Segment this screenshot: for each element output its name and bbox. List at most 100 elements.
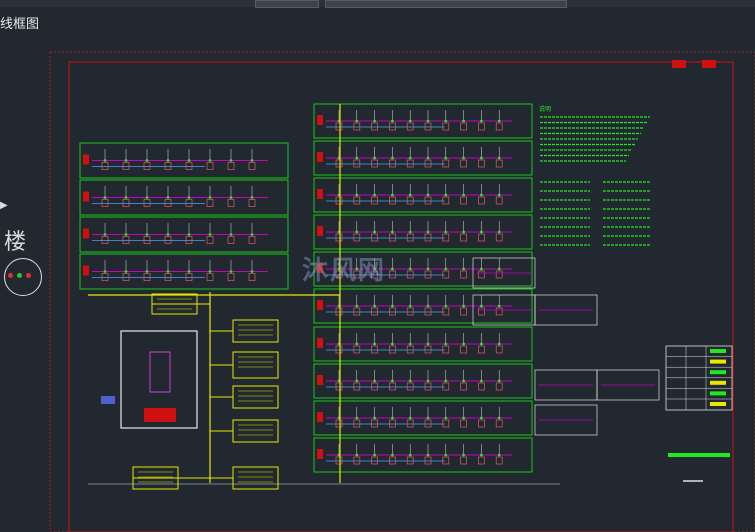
switch-icon: [406, 345, 414, 354]
node-icon: [391, 342, 394, 346]
node-icon: [480, 156, 483, 160]
title-bar: [668, 453, 730, 457]
outer-border: [49, 51, 755, 532]
node-icon: [355, 453, 359, 457]
switch-icon: [353, 233, 361, 242]
switch-icon: [389, 307, 396, 316]
switch-icon: [424, 122, 432, 131]
node-icon: [408, 379, 412, 383]
switch-icon: [442, 196, 450, 205]
node-icon: [124, 233, 128, 236]
node-icon: [408, 119, 412, 123]
switch-icon: [460, 196, 467, 205]
node-icon: [373, 193, 376, 197]
node-icon: [462, 342, 465, 346]
node-icon: [480, 304, 483, 308]
node-icon: [124, 196, 128, 199]
legend-symbol: [710, 370, 726, 375]
switch-icon: [478, 233, 485, 242]
node-icon: [355, 304, 359, 308]
node-icon: [145, 270, 149, 273]
node-icon: [408, 453, 412, 457]
switch-icon: [371, 307, 378, 316]
frame-marker: [702, 60, 716, 68]
switch-icon: [335, 307, 343, 316]
node-icon: [103, 270, 107, 273]
switch-icon: [248, 236, 256, 244]
node-icon: [208, 233, 212, 236]
switch-icon: [371, 382, 378, 391]
switch-icon: [478, 307, 485, 316]
description-heading: 说明: [539, 105, 551, 113]
node-icon: [426, 453, 430, 457]
node-icon: [480, 193, 483, 197]
node-icon: [408, 342, 412, 346]
node-icon: [426, 304, 430, 308]
node-icon: [497, 342, 501, 346]
switch-icon: [335, 233, 343, 242]
switch-icon: [460, 270, 467, 279]
switch-icon: [424, 345, 432, 354]
switch-icon: [206, 162, 214, 170]
switch-icon: [424, 382, 432, 391]
switch-icon: [353, 196, 361, 205]
switch-icon: [406, 122, 414, 131]
switch-icon: [389, 456, 396, 465]
switch-icon: [335, 196, 343, 205]
node-icon: [103, 196, 107, 199]
transformer-box: [232, 385, 279, 409]
legend-symbol: [710, 380, 726, 385]
node-icon: [408, 156, 412, 160]
switch-icon: [335, 419, 343, 428]
node-icon: [408, 304, 412, 308]
switch-icon: [101, 273, 109, 281]
switch-icon: [101, 162, 109, 170]
switch-icon: [495, 196, 503, 205]
breaker-icon: [83, 265, 89, 276]
node-icon: [166, 196, 170, 199]
node-icon: [426, 156, 430, 160]
switch-icon: [389, 345, 396, 354]
node-icon: [462, 453, 465, 457]
switch-icon: [478, 159, 485, 168]
switch-icon: [478, 419, 485, 428]
node-icon: [480, 267, 483, 271]
switch-icon: [442, 159, 450, 168]
watermark: 沐风网: [302, 256, 387, 286]
switch-icon: [353, 382, 361, 391]
node-icon: [250, 270, 254, 273]
node-icon: [462, 156, 465, 160]
node-icon: [480, 119, 483, 123]
switch-icon: [143, 199, 151, 207]
switch-icon: [185, 236, 193, 244]
node-icon: [229, 233, 233, 236]
node-icon: [497, 156, 501, 160]
node-icon: [497, 267, 501, 271]
node-icon: [444, 156, 448, 160]
breaker-icon: [317, 189, 323, 199]
node-icon: [426, 193, 430, 197]
switch-icon: [406, 233, 414, 242]
switch-icon: [460, 456, 467, 465]
switch-icon: [164, 273, 172, 281]
node-icon: [355, 193, 359, 197]
breaker-icon: [83, 191, 89, 202]
switch-icon: [335, 159, 343, 168]
node-icon: [444, 193, 448, 197]
node-icon: [208, 196, 212, 199]
warning-block: [144, 408, 176, 422]
switch-icon: [406, 270, 414, 279]
switch-icon: [122, 236, 130, 244]
transformer-box: [232, 351, 279, 379]
switch-icon: [185, 273, 193, 281]
node-icon: [103, 233, 107, 236]
switch-icon: [206, 236, 214, 244]
switch-icon: [478, 456, 485, 465]
switch-icon: [460, 345, 467, 354]
legend-symbol: [710, 402, 726, 406]
switch-icon: [478, 196, 485, 205]
node-icon: [480, 379, 483, 383]
switch-icon: [353, 456, 361, 465]
node-icon: [480, 416, 483, 420]
switch-icon: [389, 270, 396, 279]
